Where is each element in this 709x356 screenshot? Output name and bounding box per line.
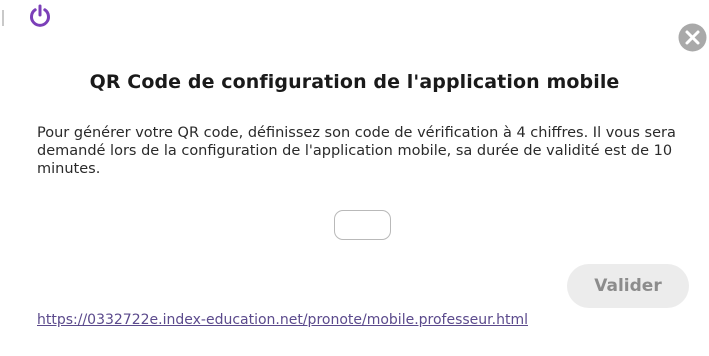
power-icon[interactable] <box>27 3 53 29</box>
dialog-title: QR Code de configuration de l'applicatio… <box>89 71 620 93</box>
toolbar-separator <box>2 10 4 26</box>
close-icon[interactable] <box>678 23 707 52</box>
qr-config-dialog: QR Code de configuration de l'applicatio… <box>0 34 709 356</box>
mobile-config-link[interactable]: https://0332722e.index-education.net/pro… <box>37 312 528 328</box>
validate-button[interactable]: Valider <box>567 264 689 308</box>
top-toolbar <box>0 0 709 35</box>
dialog-description: Pour générer votre QR code, définissez s… <box>37 125 676 177</box>
verification-code-input[interactable] <box>334 210 391 240</box>
page: QR Code de configuration de l'applicatio… <box>0 0 709 356</box>
